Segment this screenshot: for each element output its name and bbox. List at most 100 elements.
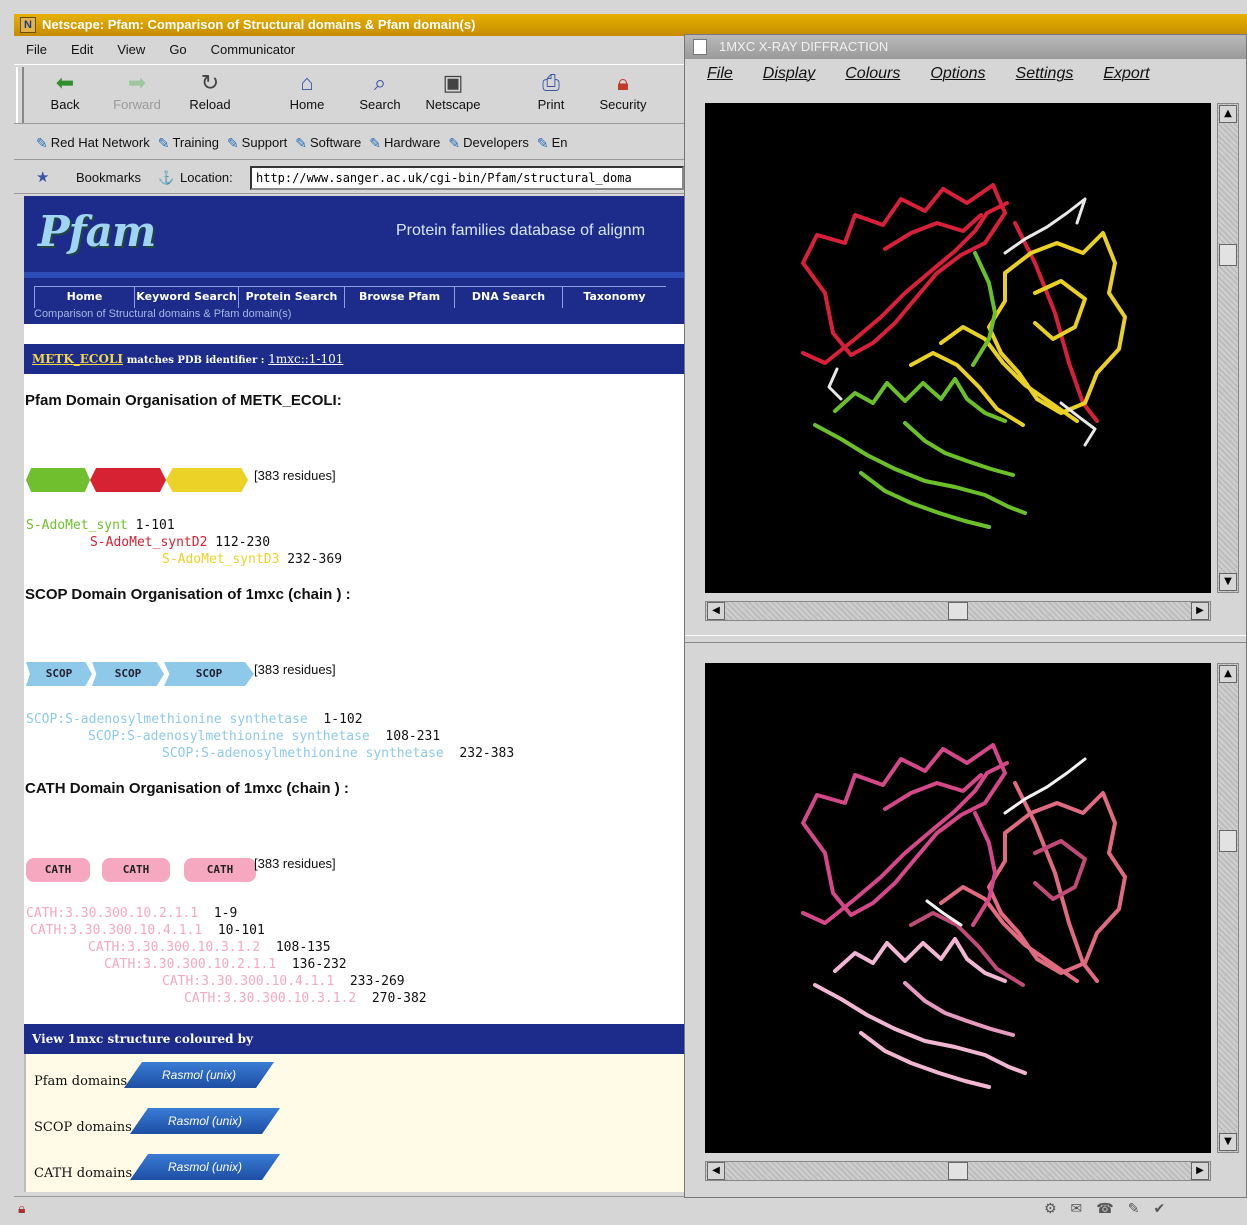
pfam-domain-name[interactable]: S-AdoMet_syntD3 [162,552,279,567]
protein-link[interactable]: METK_ECOLI [32,352,123,366]
location-input[interactable]: http://www.sanger.ac.uk/cgi-bin/Pfam/str… [250,166,684,190]
scroll-left-icon[interactable]: ◀ [707,602,725,620]
protein-backbone-cath [801,743,1127,1089]
netscape-button[interactable]: ▣ Netscape [418,69,488,112]
match-bar: METK_ECOLI matches PDB identifier : 1mxc… [24,344,684,374]
scop-domain-name[interactable]: SCOP:S-adenosylmethionine synthetase [26,712,308,727]
rasmol-menu-file[interactable]: File [707,59,733,89]
bookmarks-button[interactable]: Bookmarks [76,162,141,194]
cath-domain-name[interactable]: CATH:3.30.300.10.3.1.2 [184,991,356,1006]
nav-browse-pfam[interactable]: Browse Pfam [344,286,454,308]
top-view-vertical-scrollbar[interactable]: ▲ ▼ [1217,103,1239,593]
scop-domain-name[interactable]: SCOP:S-adenosylmethionine synthetase [162,746,444,761]
page-content: Pfam Protein families database of alignm… [24,196,684,1192]
scroll-up-icon[interactable]: ▲ [1219,665,1237,683]
scop-domain-1[interactable]: SCOP [26,662,92,686]
scop-domain-bar: SCOP SCOP SCOP [26,662,256,686]
scroll-right-icon[interactable]: ▶ [1191,1162,1209,1180]
pfam-section-title: Pfam Domain Organisation of METK_ECOLI: [25,392,342,409]
pfam-domain-2[interactable] [90,468,166,492]
home-button[interactable]: ⌂ Home [272,69,342,112]
toolbar-grip[interactable] [16,67,24,123]
personal-toolbar: ✎ Red Hat Network ✎ Training ✎ Support ✎ Sof… [14,126,684,160]
scroll-thumb[interactable] [1219,830,1237,852]
link-en[interactable]: ✎ En [537,126,568,159]
pfam-domain-1[interactable] [26,468,90,492]
bottom-view-horizontal-scrollbar[interactable]: ◀ ▶ [705,1161,1211,1181]
print-button[interactable]: ⎙ Print [516,69,586,112]
bookmark-link-icon: ✎ [36,134,48,151]
nav-protein-search[interactable]: Protein Search [238,286,344,308]
rasmol-menu-display[interactable]: Display [763,59,815,89]
scroll-left-icon[interactable]: ◀ [707,1162,725,1180]
scroll-down-icon[interactable]: ▼ [1219,573,1237,591]
component-bar-icons[interactable]: ⚙✉☎✎✔ [1044,1201,1179,1217]
rasmol-menu-options[interactable]: Options [930,59,985,89]
link-hardware[interactable]: ✎ Hardware [369,126,440,159]
scroll-up-icon[interactable]: ▲ [1219,105,1237,123]
security-button[interactable]: 🔒︎ Security [588,69,658,112]
nav-dna-search[interactable]: DNA Search [454,286,562,308]
window-title: Netscape: Pfam: Comparison of Structural… [42,17,476,32]
scroll-down-icon[interactable]: ▼ [1219,1133,1237,1151]
window-divider [685,635,1246,643]
link-software[interactable]: ✎ Software [295,126,361,159]
rasmol-titlebar: 1MXC X-RAY DIFFRACTION [685,35,1246,59]
rasmol-menu-settings[interactable]: Settings [1016,59,1074,89]
nav-keyword-search[interactable]: Keyword Search [134,286,238,308]
pfam-domain-line: S-AdoMet_syntD3 232-369 [162,552,342,567]
rasmol-scop-button[interactable]: Rasmol (unix) [130,1108,280,1134]
back-button[interactable]: ⬅ Back [30,69,100,112]
bookmark-link-icon: ✎ [157,134,170,151]
security-status-icon[interactable]: 🔒︎ [18,1201,25,1217]
nav-home[interactable]: Home [34,286,134,308]
pfam-logo[interactable]: Pfam [38,200,188,264]
bottom-view-vertical-scrollbar[interactable]: ▲ ▼ [1217,663,1239,1153]
nav-taxonomy[interactable]: Taxonomy [562,286,666,308]
structure-view-pfam[interactable] [705,103,1211,593]
cath-domain-name[interactable]: CATH:3.30.300.10.2.1.1 [26,906,198,921]
pfam-domain-name[interactable]: S-AdoMet_synt [26,518,128,533]
scop-domain-name[interactable]: SCOP:S-adenosylmethionine synthetase [88,729,370,744]
top-view-horizontal-scrollbar[interactable]: ◀ ▶ [705,601,1211,621]
scroll-thumb[interactable] [948,1162,968,1180]
cath-domain-name[interactable]: CATH:3.30.300.10.4.1.1 [30,923,202,938]
lock-icon: 🔒︎ [617,70,629,95]
menu-edit[interactable]: Edit [71,36,93,64]
cath-domain-name[interactable]: CATH:3.30.300.10.4.1.1 [162,974,334,989]
forward-button[interactable]: ➡ Forward [102,69,172,112]
scop-domain-3[interactable]: SCOP [164,662,254,686]
bookmark-link-icon: ✎ [536,134,549,151]
rasmol-menu-export[interactable]: Export [1103,59,1149,89]
cath-domain-3[interactable]: CATH [184,858,256,882]
scroll-thumb[interactable] [948,602,968,620]
structure-view-cath[interactable] [705,663,1211,1153]
pfam-domain-name[interactable]: S-AdoMet_syntD2 [90,535,207,550]
bookmark-link-icon: ✎ [369,134,381,151]
rasmol-cath-button[interactable]: Rasmol (unix) [130,1154,280,1180]
menu-file[interactable]: File [26,36,47,64]
cath-domain-name[interactable]: CATH:3.30.300.10.2.1.1 [104,957,276,972]
cath-domain-2[interactable]: CATH [102,858,170,882]
reload-button[interactable]: ↻ Reload [175,69,245,112]
scroll-thumb[interactable] [1219,244,1237,266]
cath-domain-1[interactable]: CATH [26,858,90,882]
scroll-right-icon[interactable]: ▶ [1191,602,1209,620]
cath-domain-range: 108-135 [275,940,331,955]
link-support[interactable]: ✎ Support [227,126,287,159]
pdb-link[interactable]: 1mxc::1-101 [268,352,343,366]
search-button[interactable]: ⌕ Search [345,69,415,112]
link-red-hat-network[interactable]: ✎ Red Hat Network [36,126,150,159]
bookmark-link-icon: ✎ [226,134,239,151]
view-row-label: CATH domains [34,1166,133,1181]
pfam-domain-3[interactable] [166,468,248,492]
menu-view[interactable]: View [117,36,145,64]
menu-go[interactable]: Go [169,36,186,64]
link-developers[interactable]: ✎ Developers [448,126,529,159]
menu-communicator[interactable]: Communicator [211,36,296,64]
link-training[interactable]: ✎ Training [158,126,219,159]
scop-domain-2[interactable]: SCOP [92,662,164,686]
cath-domain-name[interactable]: CATH:3.30.300.10.3.1.2 [88,940,260,955]
rasmol-pfam-button[interactable]: Rasmol (unix) [124,1062,274,1088]
rasmol-menu-colours[interactable]: Colours [845,59,900,89]
